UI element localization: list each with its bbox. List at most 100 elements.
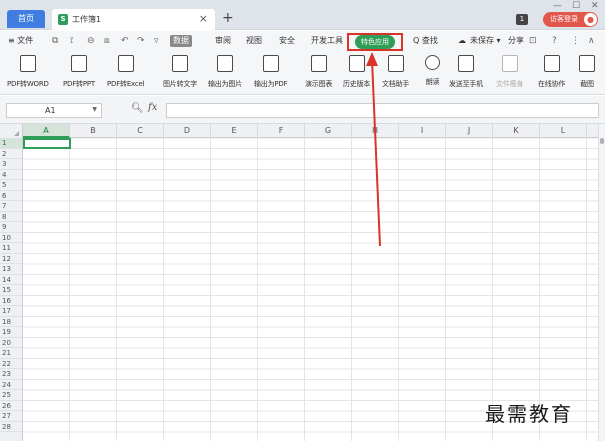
- comment-icon[interactable]: ⊡: [529, 35, 537, 47]
- ribbon-screenshot[interactable]: 截图: [579, 55, 595, 89]
- maximize-icon[interactable]: ☐: [572, 1, 580, 11]
- cell-area[interactable]: [23, 138, 598, 441]
- column-header-c[interactable]: C: [117, 124, 164, 138]
- ribbon-online-collab[interactable]: 在线协作: [538, 55, 565, 89]
- ribbon-label: 发送至手机: [449, 80, 483, 88]
- row-header-9[interactable]: 9: [0, 222, 22, 233]
- row-header-28[interactable]: 28: [0, 422, 22, 432]
- read-aloud-icon: [425, 55, 440, 70]
- ribbon-label: PDF转WORD: [7, 80, 49, 88]
- column-header-h[interactable]: H: [352, 124, 399, 138]
- file-slim-icon: [501, 55, 518, 72]
- function-icon[interactable]: fx: [148, 102, 157, 113]
- row-header-7[interactable]: 7: [0, 201, 22, 212]
- row-header-8[interactable]: 8: [0, 212, 22, 222]
- ribbon-doc-assistant[interactable]: 文档助手: [382, 55, 409, 89]
- row-header-20[interactable]: 20: [0, 338, 22, 348]
- row-header-22[interactable]: 22: [0, 359, 22, 369]
- selected-cell-a1[interactable]: [23, 138, 71, 149]
- search-button[interactable]: Q 查找: [413, 35, 438, 47]
- save-icon[interactable]: ⧉: [52, 35, 58, 47]
- formula-input[interactable]: [166, 103, 599, 118]
- ribbon-export-image[interactable]: 输出为图片: [208, 55, 242, 89]
- minimize-icon[interactable]: —: [553, 1, 562, 11]
- menu-security[interactable]: 安全: [279, 35, 295, 47]
- unsaved-status[interactable]: 未保存 ▾: [470, 35, 501, 47]
- ribbon-demo-chart[interactable]: 演示图表: [305, 55, 332, 89]
- menu-view[interactable]: 视图: [246, 35, 262, 47]
- ribbon-pdf-to-ppt[interactable]: PDF转PPT: [63, 55, 95, 89]
- ribbon-send-to-phone[interactable]: 发送至手机: [449, 55, 483, 89]
- row-header-15[interactable]: 15: [0, 285, 22, 296]
- share-button[interactable]: 分享: [508, 35, 524, 47]
- ribbon-pdf-to-excel[interactable]: PDF转Excel: [107, 55, 145, 89]
- ribbon-image-to-text[interactable]: 图片转文字: [163, 55, 197, 89]
- demo-chart-icon: [310, 55, 327, 72]
- print-icon[interactable]: ⊖: [87, 35, 95, 47]
- row-header-23[interactable]: 23: [0, 369, 22, 380]
- tab-document[interactable]: S 工作簿1 ×: [52, 9, 215, 30]
- row-header-17[interactable]: 17: [0, 306, 22, 317]
- column-header-i[interactable]: I: [399, 124, 446, 138]
- column-header-g[interactable]: G: [305, 124, 352, 138]
- row-header-14[interactable]: 14: [0, 275, 22, 285]
- cloud-icon[interactable]: ☁: [458, 35, 466, 47]
- column-header-b[interactable]: B: [70, 124, 117, 138]
- window-count-badge[interactable]: 1: [516, 14, 528, 25]
- undo-icon[interactable]: ↶: [121, 35, 129, 47]
- ribbon-read-aloud[interactable]: 朗读: [425, 55, 440, 87]
- chevron-down-icon[interactable]: ▼: [92, 106, 97, 113]
- paste-icon[interactable]: ⟟: [70, 35, 73, 47]
- row-header-10[interactable]: 10: [0, 233, 22, 243]
- help-icon[interactable]: ?: [552, 35, 557, 47]
- row-header-24[interactable]: 24: [0, 380, 22, 390]
- zoom-icon[interactable]: 🔍︎: [131, 103, 144, 114]
- name-box[interactable]: A1 ▼: [6, 103, 102, 118]
- select-all-corner[interactable]: [0, 124, 23, 138]
- redo-icon[interactable]: ↷: [137, 35, 145, 47]
- close-window-icon[interactable]: ✕: [591, 1, 599, 11]
- ribbon-export-pdf[interactable]: 输出为PDF: [254, 55, 288, 89]
- column-header-f[interactable]: F: [258, 124, 305, 138]
- new-tab-button[interactable]: +: [222, 11, 234, 25]
- row-header-25[interactable]: 25: [0, 390, 22, 401]
- menu-data[interactable]: 数据: [170, 35, 192, 47]
- row-header-5[interactable]: 5: [0, 180, 22, 191]
- row-header-1[interactable]: 1: [0, 138, 22, 149]
- row-header-18[interactable]: 18: [0, 317, 22, 327]
- row-header-26[interactable]: 26: [0, 401, 22, 411]
- close-tab-icon[interactable]: ×: [199, 13, 208, 25]
- row-header-4[interactable]: 4: [0, 170, 22, 180]
- column-header-d[interactable]: D: [164, 124, 211, 138]
- row-header-13[interactable]: 13: [0, 264, 22, 275]
- ribbon-history-version[interactable]: 历史版本: [343, 55, 370, 89]
- vertical-scrollbar[interactable]: [598, 124, 605, 441]
- tab-home[interactable]: 首页: [7, 10, 45, 28]
- menu-file[interactable]: ≡ 文件: [8, 35, 33, 47]
- row-header-16[interactable]: 16: [0, 296, 22, 306]
- scrollbar-thumb[interactable]: [600, 138, 604, 144]
- row-header-6[interactable]: 6: [0, 191, 22, 201]
- ribbon-pdf-to-word[interactable]: PDF转WORD: [7, 55, 49, 89]
- collapse-ribbon-icon[interactable]: ∧: [588, 35, 595, 47]
- column-header-l[interactable]: L: [540, 124, 587, 138]
- column-header-k[interactable]: K: [493, 124, 540, 138]
- menu-review[interactable]: 审阅: [215, 35, 231, 47]
- row-header-2[interactable]: 2: [0, 149, 22, 159]
- row-header-11[interactable]: 11: [0, 243, 22, 254]
- column-header-e[interactable]: E: [211, 124, 258, 138]
- screenshot-icon: [579, 55, 595, 72]
- guest-login-button[interactable]: 访客登录 ●: [543, 12, 598, 27]
- menu-developer[interactable]: 开发工具: [311, 35, 343, 47]
- more-icon[interactable]: ⋮: [571, 35, 580, 47]
- column-header-j[interactable]: J: [446, 124, 493, 138]
- row-header-27[interactable]: 27: [0, 411, 22, 422]
- print-preview-icon[interactable]: ⧈: [104, 35, 110, 47]
- row-header-21[interactable]: 21: [0, 348, 22, 359]
- column-header-a[interactable]: A: [23, 124, 70, 138]
- row-header-3[interactable]: 3: [0, 159, 22, 170]
- row-header-12[interactable]: 12: [0, 254, 22, 264]
- quick-access-dropdown-icon[interactable]: ▿: [154, 35, 159, 47]
- row-header-19[interactable]: 19: [0, 327, 22, 338]
- ribbon-label: 朗读: [425, 78, 440, 86]
